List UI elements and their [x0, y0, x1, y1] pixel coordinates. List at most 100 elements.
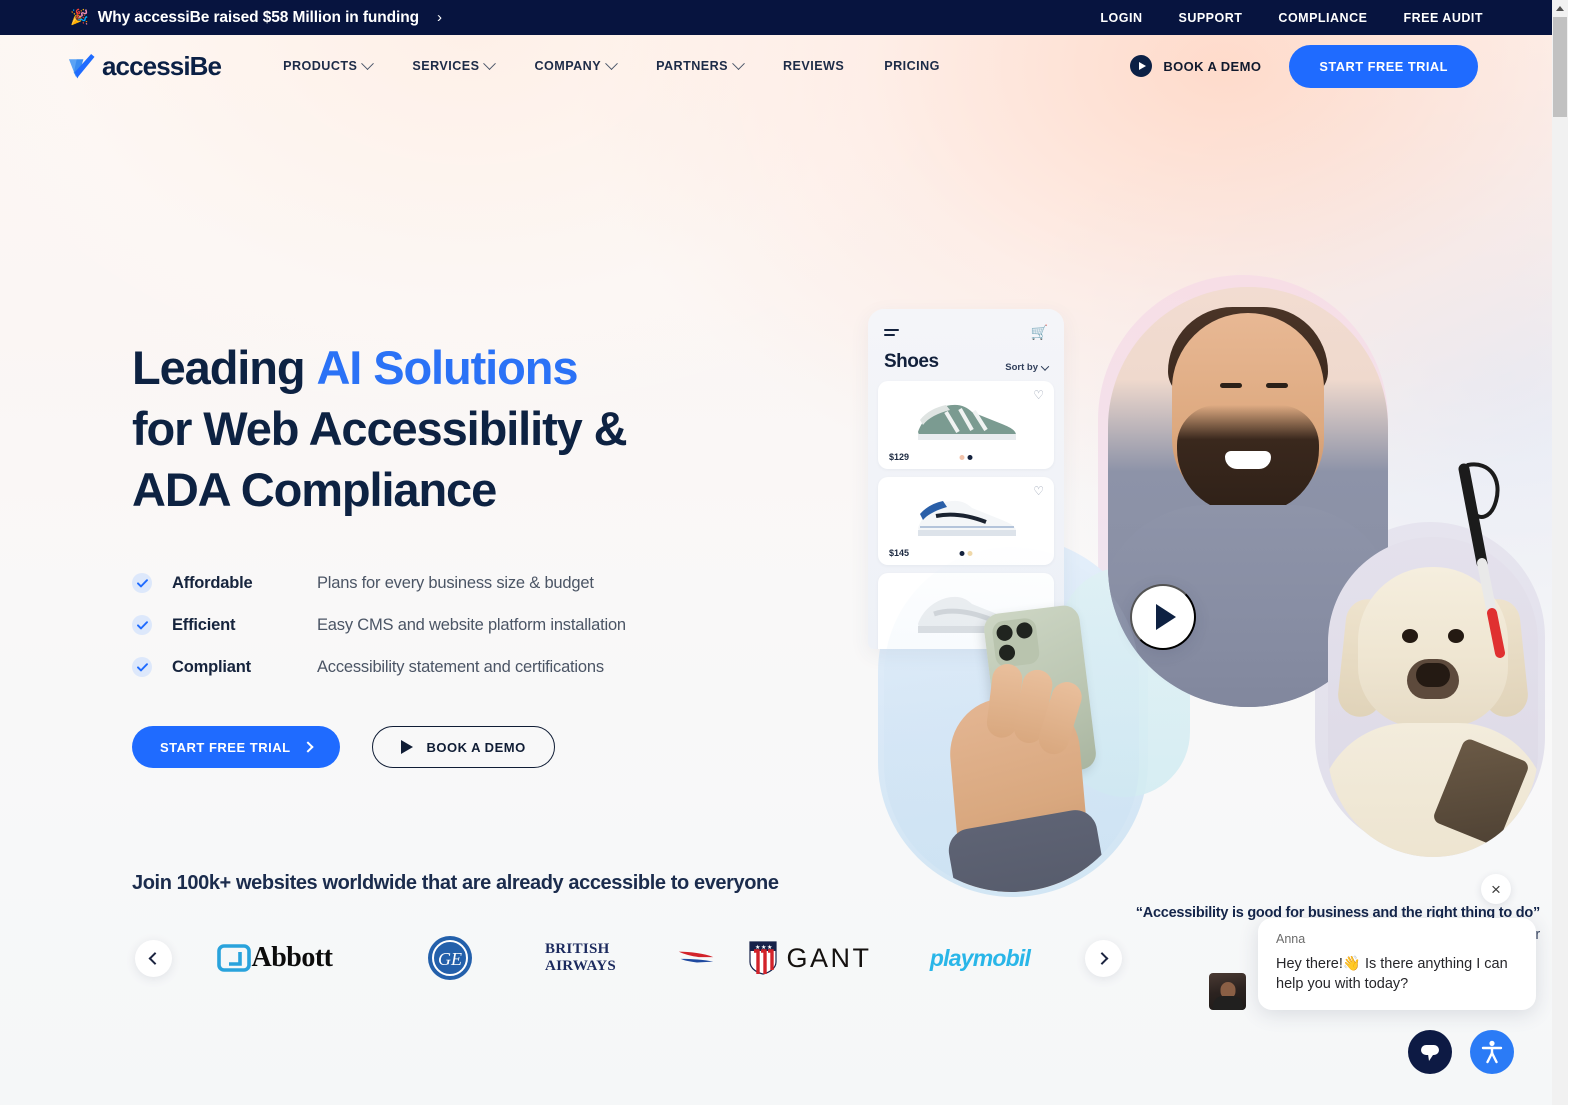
phone-camera-module [991, 617, 1041, 669]
start-free-trial-button[interactable]: START FREE TRIAL [1289, 44, 1478, 88]
nav-item-services[interactable]: SERVICES [392, 56, 514, 73]
shopping-cart-icon: 🛒 [1030, 324, 1048, 340]
man-eye-right [1266, 383, 1288, 388]
announcement-bar: 🎉 Why accessiBe raised $58 Million in fu… [0, 0, 1568, 35]
check-icon [132, 573, 152, 593]
dog-eye-left [1402, 629, 1418, 643]
hero-benefit-list: Affordable Plans for every business size… [132, 562, 772, 688]
carousel-prev-button[interactable] [135, 939, 172, 977]
logo-wordmark: accessiBe [102, 50, 222, 81]
hero-cta-secondary-label: BOOK A DEMO [426, 739, 526, 755]
svg-text:★: ★ [761, 944, 766, 951]
man-smile [1225, 451, 1271, 469]
svg-text:★: ★ [767, 944, 772, 951]
british-airways-speedmarque-icon [678, 951, 714, 963]
hero-photo-hand-with-phone [884, 547, 1139, 892]
page-scrollbar[interactable] [1552, 0, 1568, 1105]
chat-launcher-button[interactable] [1408, 1030, 1452, 1074]
benefit-item-efficient: Efficient Easy CMS and website platform … [132, 604, 772, 646]
nav-item-label: SERVICES [412, 59, 480, 73]
check-icon [132, 657, 152, 677]
app-topbar: 🛒 [868, 309, 1064, 339]
nav-item-products[interactable]: PRODUCTS [263, 56, 392, 73]
scrollbar-thumb[interactable] [1553, 17, 1567, 117]
chat-close-button[interactable]: × [1481, 874, 1511, 904]
headline-part-1: Leading [132, 341, 317, 394]
hero-book-a-demo-button[interactable]: BOOK A DEMO [371, 726, 555, 768]
headline-accent: AI Solutions [316, 341, 578, 394]
accessibility-widget-button[interactable] [1470, 1030, 1514, 1074]
hero-cta-row: START FREE TRIAL BOOK A DEMO [132, 726, 772, 768]
utility-link-support[interactable]: SUPPORT [1178, 11, 1242, 25]
page-root: 🎉 Why accessiBe raised $58 Million in fu… [0, 0, 1568, 1105]
announcement-text: Why accessiBe raised $58 Million in fund… [97, 8, 419, 26]
color-swatches [959, 455, 973, 460]
abbott-mark-icon [217, 944, 252, 972]
hero-copy: Leading AI Solutions for Web Accessibili… [132, 337, 772, 768]
logo-playmobil: playmobil [915, 932, 1045, 984]
play-icon [400, 740, 413, 754]
checkmark-logo-icon [68, 53, 95, 79]
nav-item-pricing[interactable]: PRICING [864, 59, 960, 73]
chat-agent-name: Anna [1276, 932, 1306, 946]
benefit-title: Compliant [172, 657, 251, 676]
book-a-demo-link[interactable]: BOOK A DEMO [1130, 55, 1261, 77]
chevron-down-icon [732, 56, 745, 70]
announcement-message[interactable]: 🎉 Why accessiBe raised $58 Million in fu… [70, 9, 442, 27]
nav-item-label: PRODUCTS [283, 59, 358, 73]
benefit-description: Plans for every business size & budget [317, 573, 594, 592]
shoe-image [918, 404, 1016, 440]
logo-ge: GE [400, 932, 500, 984]
headline-part-2: for Web Accessibility & [132, 402, 628, 455]
heart-icon: ♡ [1033, 388, 1044, 402]
accessibe-logo[interactable]: accessiBe [68, 50, 222, 82]
benefit-title: Affordable [172, 573, 253, 592]
heart-icon: ♡ [1033, 484, 1044, 498]
product-price: $129 [889, 452, 910, 462]
logo-british-airways: BRITISH AIRWAYS [545, 932, 715, 984]
party-popper-icon: 🎉 [70, 9, 89, 26]
chat-greeting-bubble[interactable]: Anna Hey there!👋 Is there anything I can… [1209, 918, 1536, 1010]
nav-item-partners[interactable]: PARTNERS [636, 56, 763, 73]
hamburger-menu-icon [884, 328, 899, 336]
product-price: $145 [889, 548, 910, 558]
app-header: Shoes Sort by [868, 339, 1064, 381]
white-cane-graphic [1458, 462, 1505, 658]
chevron-down-icon [605, 56, 618, 70]
arrow-right-icon [301, 741, 314, 753]
check-icon [132, 615, 152, 635]
chevron-down-icon [1040, 361, 1050, 371]
product-card: ♡ $129 [878, 381, 1054, 469]
benefit-description: Accessibility statement and certificatio… [317, 657, 604, 676]
nav-item-company[interactable]: COMPANY [514, 56, 636, 73]
gant-shield-icon: ★ ★ ★ [749, 941, 778, 975]
utility-link-compliance[interactable]: COMPLIANCE [1278, 11, 1367, 25]
logos-heading: Join 100k+ websites worldwide that are a… [132, 872, 779, 894]
nav-links: PRODUCTS SERVICES COMPANY PARTNERS REVIE… [263, 56, 960, 73]
shoe-image [918, 500, 1016, 536]
hero-video-play-button[interactable] [1130, 584, 1196, 650]
utility-link-free-audit[interactable]: FREE AUDIT [1403, 11, 1483, 25]
scrollbar-up-arrow[interactable] [1552, 0, 1568, 17]
gant-wordmark: GANT [786, 942, 872, 973]
headline-part-3: ADA Compliance [132, 463, 497, 516]
hero-cta-primary-label: START FREE TRIAL [160, 739, 291, 755]
app-page-title: Shoes [884, 351, 939, 372]
sort-by-dropdown: Sort by [1005, 361, 1050, 373]
nav-item-label: PARTNERS [656, 59, 728, 73]
chevron-down-icon [361, 56, 375, 70]
hero-start-free-trial-button[interactable]: START FREE TRIAL [132, 726, 340, 768]
nav-item-label: PRICING [884, 59, 940, 73]
play-icon [1130, 55, 1153, 77]
logo-abbott: Abbott [205, 932, 345, 984]
accessibility-person-icon [1481, 1040, 1503, 1064]
nav-item-reviews[interactable]: REVIEWS [763, 59, 864, 73]
benefit-item-compliant: Compliant Accessibility statement and ce… [132, 646, 772, 688]
nav-item-label: COMPANY [534, 59, 602, 73]
play-icon [1156, 604, 1176, 630]
nav-item-label: REVIEWS [783, 59, 845, 73]
carousel-next-button[interactable] [1085, 939, 1122, 977]
utility-links: LOGIN SUPPORT COMPLIANCE FREE AUDIT [1100, 11, 1568, 25]
utility-link-login[interactable]: LOGIN [1100, 11, 1142, 25]
svg-text:★: ★ [755, 944, 760, 951]
